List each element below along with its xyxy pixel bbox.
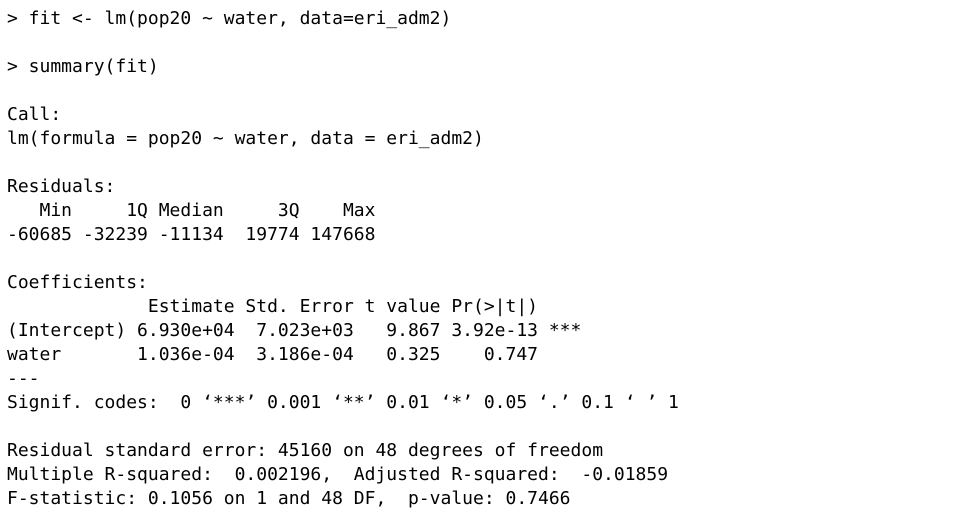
residuals-header-row: Min 1Q Median 3Q Max <box>7 200 387 221</box>
separator-line: --- <box>7 368 40 389</box>
coefficients-intercept-row: (Intercept) 6.930e+04 7.023e+03 9.867 3.… <box>7 320 582 341</box>
coefficients-header-row: Estimate Std. Error t value Pr(>|t|) <box>7 296 582 317</box>
residual-standard-error-line: Residual standard error: 45160 on 48 deg… <box>7 440 604 461</box>
signif-codes-line: Signif. codes: 0 ‘***’ 0.001 ‘**’ 0.01 ‘… <box>7 392 679 413</box>
command-summary-line: > summary(fit) <box>7 56 159 77</box>
call-heading: Call: <box>7 104 62 125</box>
call-formula-line: lm(formula = pop20 ~ water, data = eri_a… <box>7 128 484 149</box>
coefficients-heading: Coefficients: <box>7 272 148 293</box>
coefficients-water-row: water 1.036e-04 3.186e-04 0.325 0.747 <box>7 344 582 365</box>
f-statistic-line: F-statistic: 0.1056 on 1 and 48 DF, p-va… <box>7 488 571 509</box>
command-fit-line: > fit <- lm(pop20 ~ water, data=eri_adm2… <box>7 8 452 29</box>
r-squared-line: Multiple R-squared: 0.002196, Adjusted R… <box>7 464 679 485</box>
residuals-heading: Residuals: <box>7 176 116 197</box>
r-console-output: > fit <- lm(pop20 ~ water, data=eri_adm2… <box>0 0 976 517</box>
residuals-values-row: -60685 -32239 -11134 19774 147668 <box>7 224 387 245</box>
